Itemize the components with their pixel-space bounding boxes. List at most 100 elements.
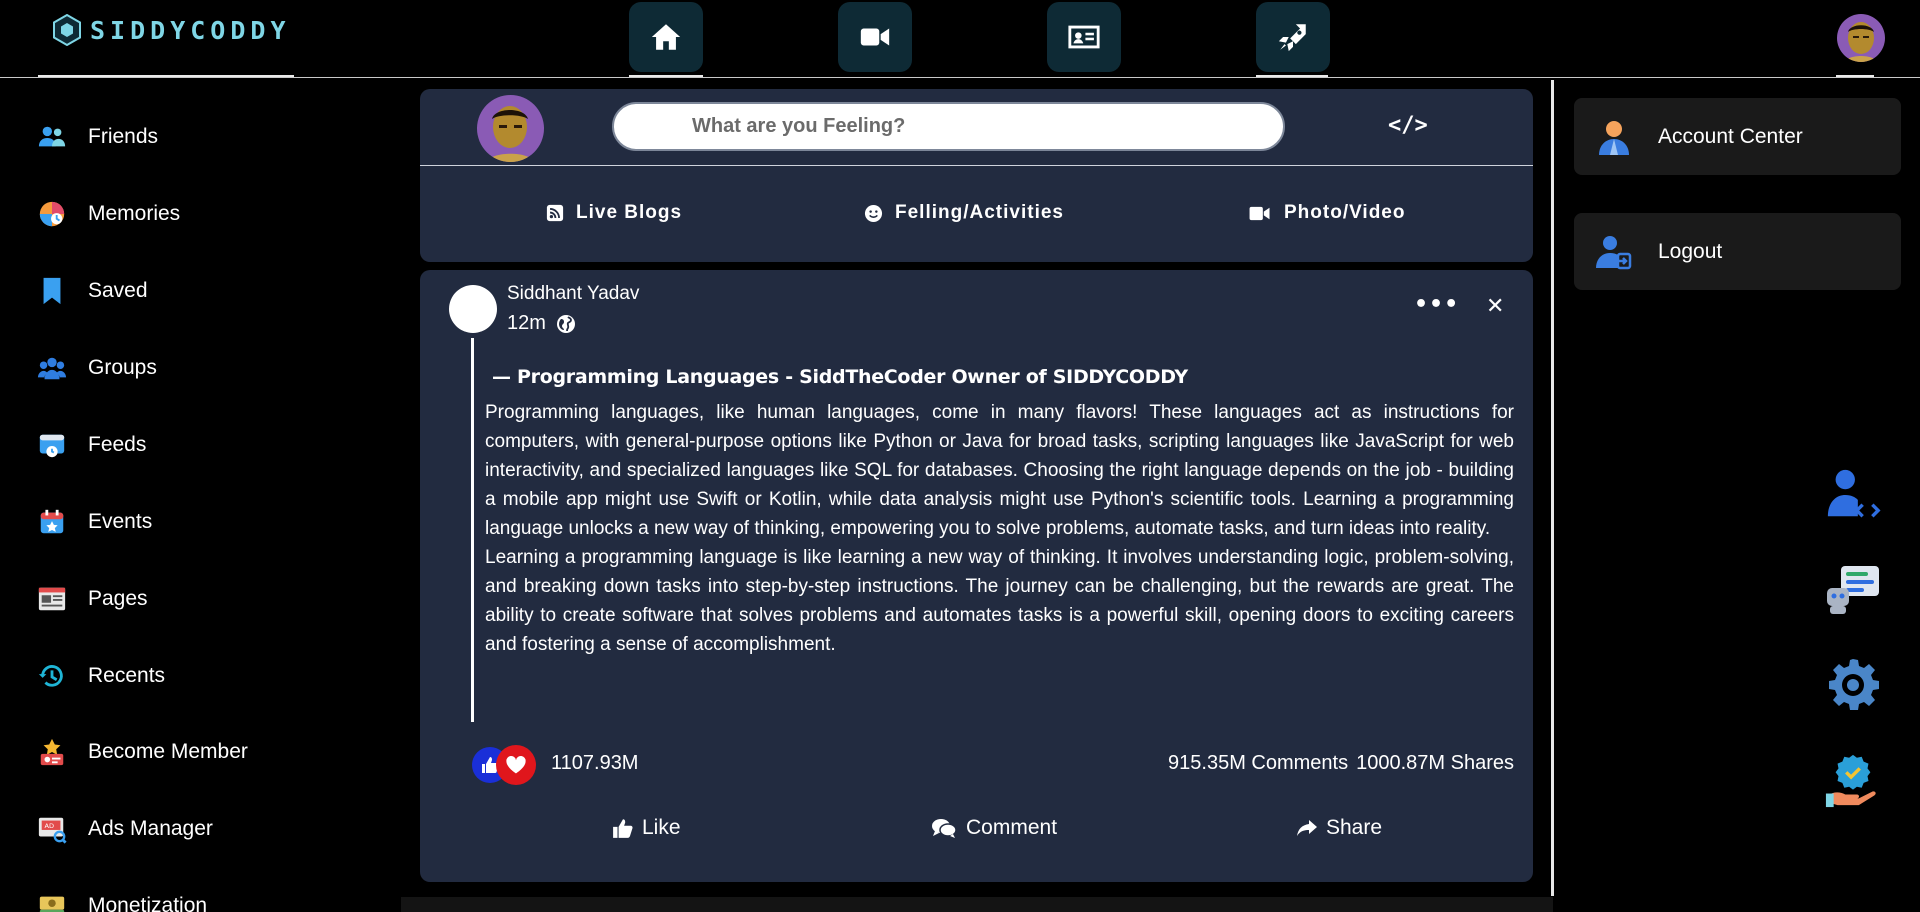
logout-button[interactable]: Logout bbox=[1574, 213, 1901, 290]
nav-home-underline bbox=[629, 75, 703, 77]
photo-video-label: Photo/Video bbox=[1284, 202, 1406, 223]
user-photo-icon bbox=[1837, 14, 1885, 62]
next-post-edge bbox=[401, 897, 1553, 912]
account-center-button[interactable]: Account Center bbox=[1574, 98, 1901, 175]
user-photo-icon bbox=[477, 95, 544, 162]
settings-gear-icon[interactable] bbox=[1820, 652, 1886, 718]
sidebar-item-events[interactable]: Events bbox=[36, 506, 152, 538]
svg-text:AD: AD bbox=[45, 822, 55, 830]
rocket-icon bbox=[1278, 24, 1306, 52]
post-card: Siddhant Yadav 12m ••• ✕ — Programming L… bbox=[420, 270, 1533, 882]
friends-icon bbox=[36, 121, 68, 153]
comment-label: Comment bbox=[966, 816, 1058, 839]
sidebar-item-label: Saved bbox=[88, 279, 148, 302]
logout-icon bbox=[1596, 235, 1632, 269]
smile-icon bbox=[864, 204, 883, 222]
logo[interactable]: SIDDYCODDY bbox=[52, 14, 291, 46]
feeds-icon bbox=[36, 429, 68, 461]
composer-avatar[interactable] bbox=[477, 95, 544, 162]
post-author-avatar[interactable] bbox=[449, 285, 497, 333]
like-label: Like bbox=[642, 816, 681, 839]
sidebar-item-pages[interactable]: Pages bbox=[36, 583, 148, 615]
sidebar-item-label: Ads Manager bbox=[88, 817, 213, 840]
sidebar-item-monetization[interactable]: Monetization bbox=[36, 890, 207, 912]
money-icon bbox=[36, 890, 68, 912]
love-reaction-icon bbox=[496, 745, 536, 785]
rss-icon bbox=[546, 204, 564, 222]
nav-rocket-button[interactable] bbox=[1256, 2, 1330, 72]
logo-underline bbox=[38, 75, 294, 77]
share-label: Share bbox=[1326, 816, 1383, 839]
post-paragraph: Programming languages, like human langua… bbox=[485, 402, 1514, 539]
top-navbar: SIDDYCODDY bbox=[0, 0, 1920, 78]
shares-count[interactable]: 1000.87M Shares bbox=[1356, 752, 1514, 775]
bookmark-icon bbox=[36, 275, 68, 307]
logout-label: Logout bbox=[1658, 239, 1723, 263]
reaction-count[interactable]: 1107.93M bbox=[551, 752, 638, 775]
globe-icon bbox=[556, 314, 575, 333]
comments-count[interactable]: 915.35M Comments bbox=[1168, 752, 1348, 775]
pages-icon bbox=[36, 583, 68, 615]
more-options-icon[interactable]: ••• bbox=[1414, 292, 1459, 317]
sidebar-item-label: Pages bbox=[88, 587, 148, 610]
account-center-label: Account Center bbox=[1658, 124, 1803, 148]
video-icon bbox=[1249, 206, 1270, 220]
post-quote-line bbox=[471, 338, 474, 722]
verified-hand-icon[interactable] bbox=[1820, 747, 1886, 813]
nav-profile-card-button[interactable] bbox=[1047, 2, 1121, 72]
feeling-activities-button[interactable]: Felling/Activities bbox=[864, 202, 1064, 224]
sidebar-item-label: Friends bbox=[88, 125, 159, 148]
reaction-icons[interactable] bbox=[472, 745, 552, 785]
memories-icon bbox=[36, 198, 68, 230]
nav-video-button[interactable] bbox=[838, 2, 912, 72]
post-paragraph: Learning a programming language is like … bbox=[485, 547, 1514, 655]
developer-icon[interactable] bbox=[1820, 462, 1886, 528]
close-icon[interactable]: ✕ bbox=[1486, 294, 1504, 319]
hexagon-logo-icon bbox=[53, 14, 81, 46]
comments-icon bbox=[932, 819, 957, 838]
sidebar-item-label: Memories bbox=[88, 202, 181, 225]
photo-video-button[interactable]: Photo/Video bbox=[1248, 202, 1405, 224]
live-blogs-button[interactable]: Live Blogs bbox=[546, 202, 682, 224]
code-snippet-button[interactable]: </> bbox=[1388, 113, 1428, 138]
like-button[interactable]: Like bbox=[612, 816, 681, 840]
post-author-name[interactable]: Siddhant Yadav bbox=[507, 283, 639, 305]
history-icon bbox=[36, 660, 68, 692]
sidebar-item-become-member[interactable]: Become Member bbox=[36, 736, 248, 768]
share-button[interactable]: Share bbox=[1296, 816, 1382, 840]
post-composer: </> Live Blogs Felling/Activities Photo/… bbox=[420, 89, 1533, 262]
sidebar-item-recents[interactable]: Recents bbox=[36, 660, 165, 692]
sidebar-item-feeds[interactable]: Feeds bbox=[36, 429, 146, 461]
sidebar-item-groups[interactable]: Groups bbox=[36, 352, 157, 384]
sidebar-item-label: Feeds bbox=[88, 433, 147, 456]
avatar-underline bbox=[1836, 75, 1874, 77]
thumbs-up-icon bbox=[613, 819, 633, 838]
live-blogs-label: Live Blogs bbox=[576, 202, 683, 223]
sidebar-item-label: Events bbox=[88, 510, 153, 533]
home-icon bbox=[651, 24, 681, 50]
post-body: Programming languages, like human langua… bbox=[485, 398, 1514, 659]
id-card-icon bbox=[1068, 25, 1100, 49]
feeling-activities-label: Felling/Activities bbox=[895, 202, 1064, 223]
member-badge-icon bbox=[36, 736, 68, 768]
account-icon bbox=[1599, 120, 1629, 155]
sidebar-item-memories[interactable]: Memories bbox=[36, 198, 180, 230]
post-stats: 915.35M Comments 1000.87M Shares bbox=[1168, 752, 1514, 775]
sidebar-item-label: Monetization bbox=[88, 894, 208, 912]
comment-button[interactable]: Comment bbox=[930, 816, 1057, 840]
nav-home-button[interactable] bbox=[629, 2, 703, 72]
center-scroll-divider bbox=[1551, 80, 1554, 896]
profile-avatar[interactable] bbox=[1837, 14, 1885, 62]
post-heading: — Programming Languages - SiddTheCoder O… bbox=[492, 366, 1188, 388]
feeling-input[interactable] bbox=[612, 102, 1285, 151]
sidebar-item-label: Become Member bbox=[88, 740, 248, 763]
left-sidebar: Friends Memories Saved Groups Feeds Even… bbox=[0, 78, 400, 912]
post-timestamp: 12m bbox=[507, 312, 576, 335]
sidebar-item-saved[interactable]: Saved bbox=[36, 275, 148, 307]
chatbot-icon[interactable] bbox=[1820, 555, 1886, 621]
sidebar-item-ads-manager[interactable]: AD Ads Manager bbox=[36, 813, 213, 845]
sidebar-item-friends[interactable]: Friends bbox=[36, 121, 158, 153]
sidebar-item-label: Recents bbox=[88, 664, 166, 687]
share-icon bbox=[1297, 820, 1317, 836]
logo-text: SIDDYCODDY bbox=[90, 15, 291, 45]
